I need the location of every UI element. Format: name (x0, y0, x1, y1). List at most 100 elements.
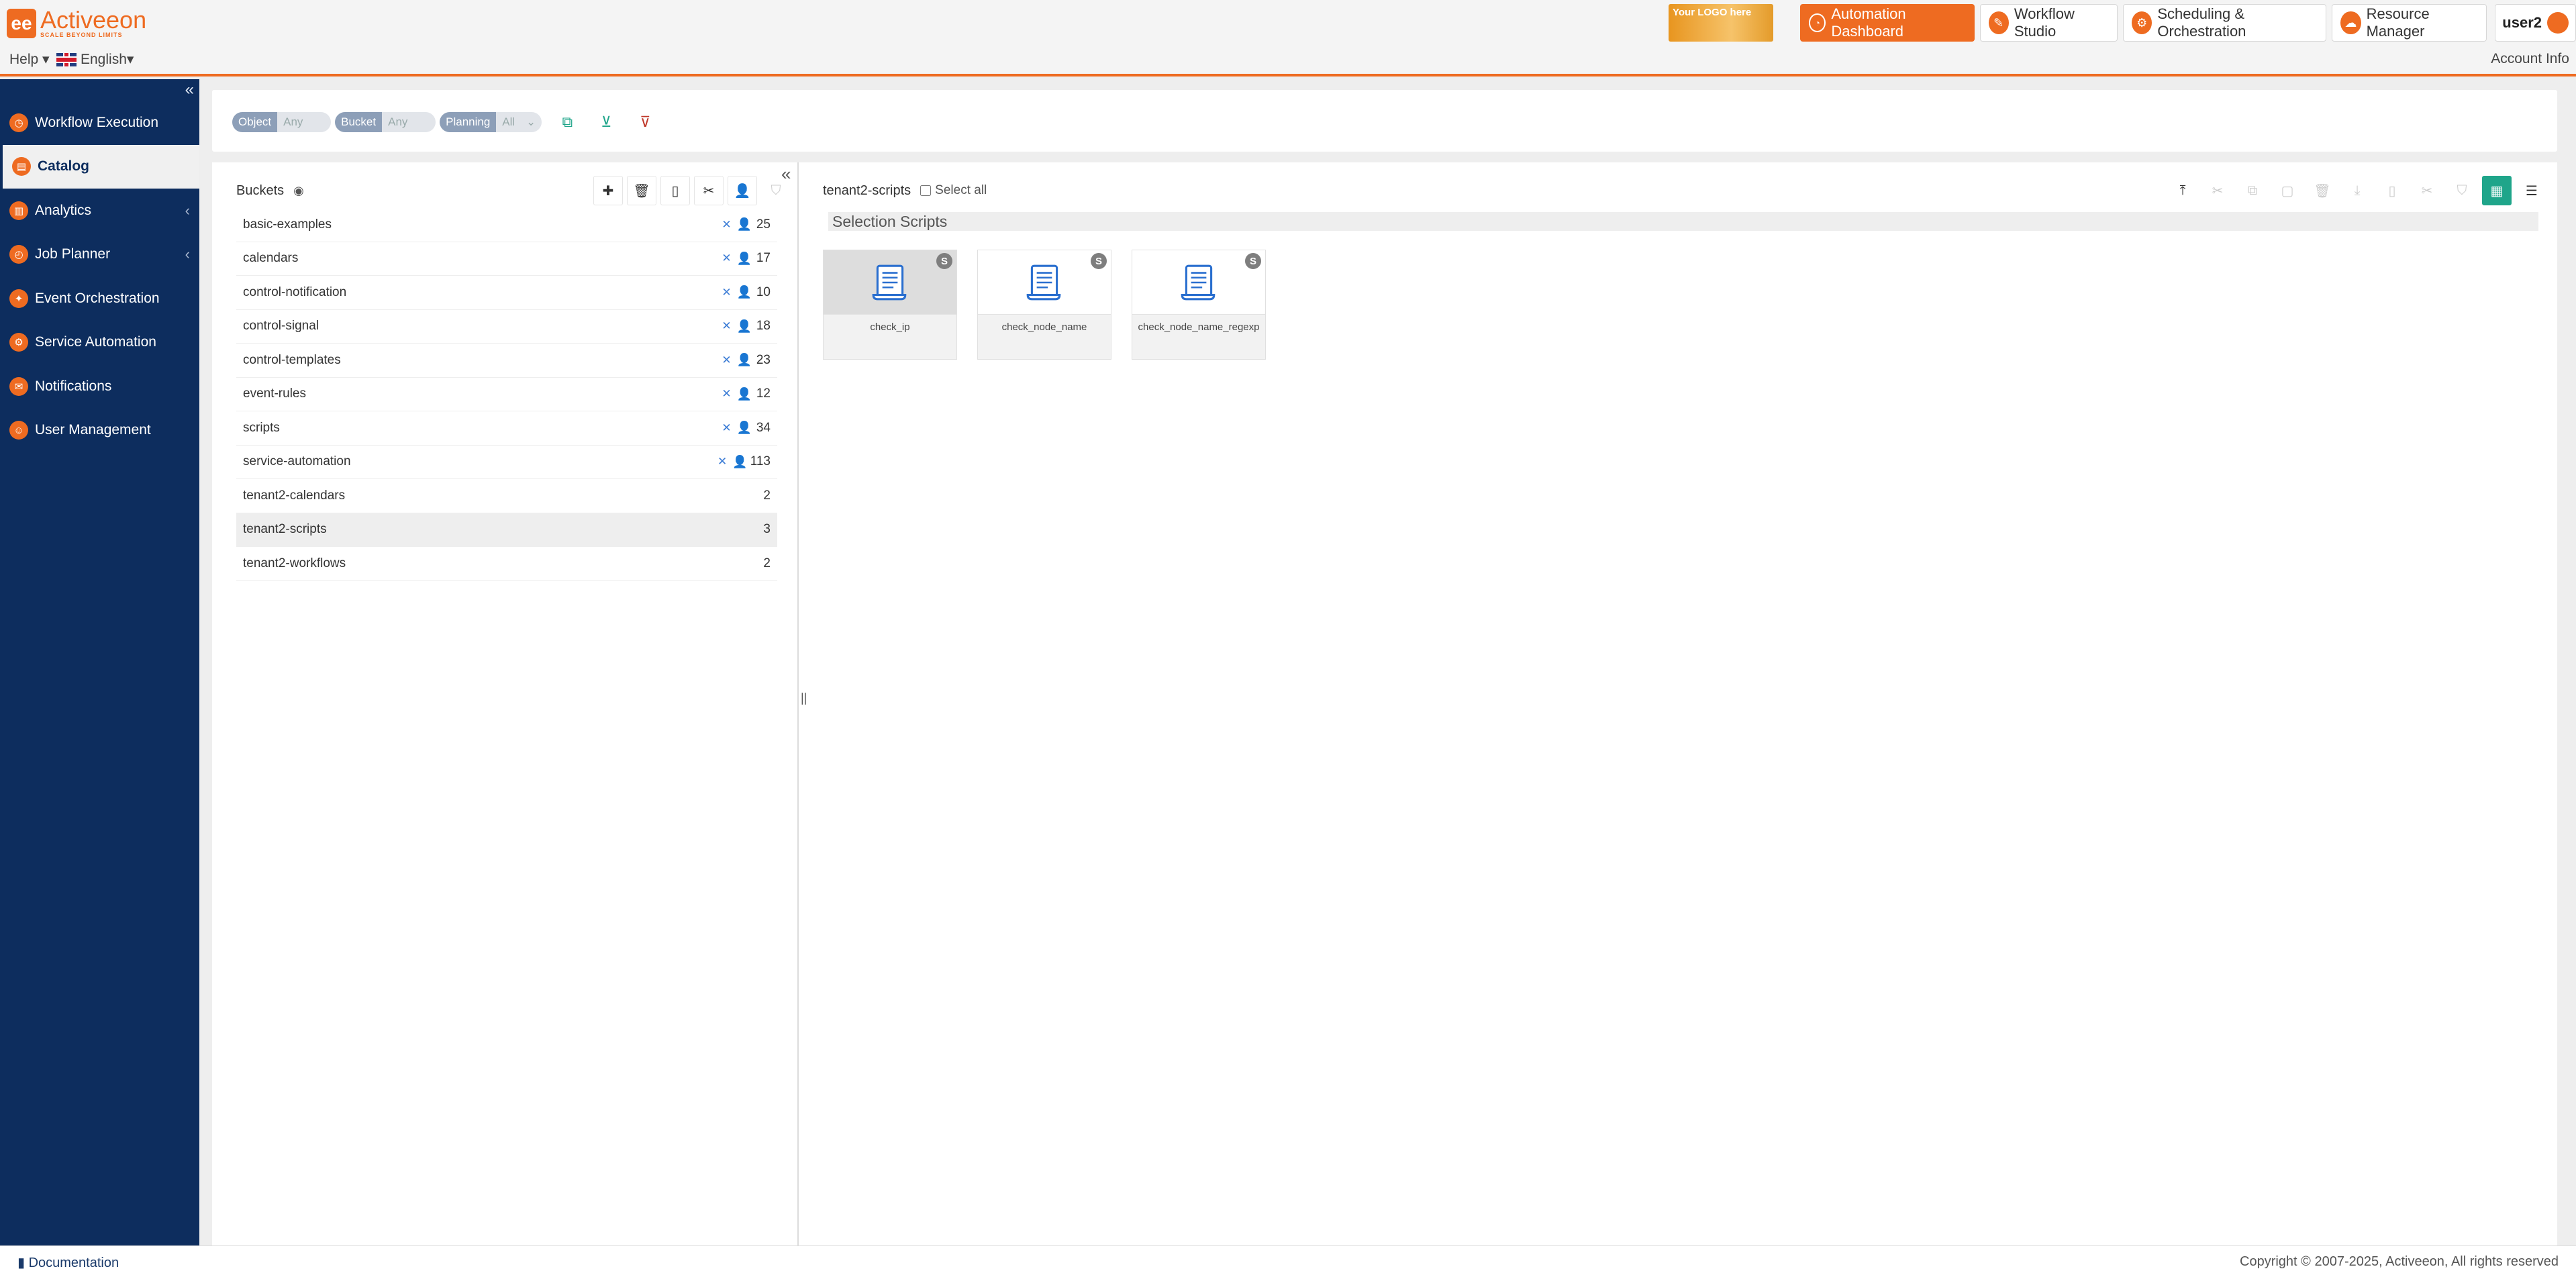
object-dependencies-button[interactable]: ✂ (2412, 176, 2442, 205)
bucket-row-tenant2-calendars[interactable]: tenant2-calendars 2 (236, 479, 777, 513)
sidebar-item-service-automation[interactable]: ⚙ Service Automation (0, 321, 199, 365)
footer: ▮ Documentation Copyright © 2007-2025, A… (0, 1245, 2576, 1275)
sidebar-nav: ◷ Workflow Execution ▤ Catalog ▥ Analyti… (0, 101, 199, 452)
object-filter[interactable]: Object Any (232, 112, 332, 132)
bucket-row-calendars[interactable]: calendars ✕ 👤 17 (236, 242, 777, 276)
bucket-row-control-templates[interactable]: control-templates ✕ 👤 23 (236, 344, 777, 378)
bucket-count: 10 (756, 285, 771, 299)
user-lock-icon: 👤 (736, 387, 752, 401)
bucket-name: service-automation (243, 454, 351, 469)
catalog-main-panel: Buckets ◉ ✚ 🗑 ▯ ✂ 👤 ⛉ « basic-examples ✕… (212, 162, 2557, 1245)
bucket-count: 34 (756, 420, 771, 435)
top-header: ee Activeeon SCALE BEYOND LIMITS Your LO… (0, 0, 2576, 46)
object-toolbar: ⤒ ✂ ⧉ ▢ 🗑 ⤓ ▯ ✂ ⛉ ▦ ☰ (2168, 176, 2546, 205)
bucket-name: control-signal (243, 319, 319, 334)
paste-object-button[interactable]: ▢ (2273, 176, 2302, 205)
delete-object-button[interactable]: 🗑 (2308, 176, 2337, 205)
section-header: Selection Scripts (828, 212, 2538, 231)
notifications-icon: ✉ (9, 376, 28, 396)
grid-icon: ▦ (2490, 183, 2504, 199)
list-view-button[interactable]: ☰ (2517, 176, 2546, 205)
add-bucket-button[interactable]: ✚ (593, 176, 623, 205)
portal-resource-manager[interactable]: ☁ Resource Manager (2332, 4, 2487, 42)
bucket-row-basic-examples[interactable]: basic-examples ✕ 👤 25 (236, 208, 777, 242)
portal-automation-dashboard[interactable]: ◔ Automation Dashboard (1800, 4, 1975, 42)
select-all[interactable]: Select all (920, 183, 987, 198)
language-selector[interactable]: English ▾ (56, 51, 134, 68)
object-shield-button[interactable]: ⛉ (2447, 176, 2477, 205)
bucket-dependencies-button[interactable]: ✂ (694, 176, 724, 205)
sidebar-item-catalog[interactable]: ▤ Catalog (0, 144, 199, 189)
sidebar-item-analytics[interactable]: ▥ Analytics ‹ (0, 189, 199, 233)
sidebar-item-notifications[interactable]: ✉ Notifications (0, 364, 199, 409)
sidebar-item-job-planner[interactable]: ◴ Job Planner ‹ (0, 233, 199, 277)
bucket-row-scripts[interactable]: scripts ✕ 👤 34 (236, 411, 777, 446)
filter-value: Any (382, 112, 436, 132)
sidebar-item-event-orchestration[interactable]: ✦ Event Orchestration (0, 276, 199, 321)
sub-header: Help ▾ English ▾ Account Info (0, 46, 2576, 76)
clear-filter-icon[interactable]: ⊽ (632, 110, 658, 134)
bucket-row-service-automation[interactable]: service-automation ✕ 👤 113 (236, 446, 777, 479)
bucket-report-button[interactable]: ▯ (660, 176, 690, 205)
select-all-checkbox[interactable] (920, 185, 932, 196)
filter-value: All (502, 115, 515, 128)
grid-view-button[interactable]: ▦ (2482, 176, 2512, 205)
collapse-sidebar-icon[interactable]: « (185, 81, 194, 99)
bucket-filter[interactable]: Bucket Any (335, 112, 436, 132)
bucket-row-event-rules[interactable]: event-rules ✕ 👤 12 (236, 378, 777, 411)
sidebar-item-label: Job Planner (35, 246, 111, 262)
object-card-check-node-name[interactable]: check_node_name S (977, 250, 1111, 360)
help-label: Help (9, 52, 39, 67)
bucket-count: 113 (750, 454, 771, 469)
bucket-name: tenant2-workflows (243, 556, 346, 570)
bucket-count: 18 (756, 319, 771, 334)
script-scroll-icon (872, 264, 907, 300)
bucket-row-tenant2-workflows[interactable]: tenant2-workflows 2 (236, 547, 777, 581)
object-name: check_node_name (1001, 321, 1087, 333)
bucket-name: scripts (243, 420, 280, 435)
portal-workflow-studio[interactable]: ✎ Workflow Studio (1979, 4, 2118, 42)
bucket-permissions-button[interactable]: 👤 (728, 176, 757, 205)
sidebar: « ◷ Workflow Execution ▤ Catalog ▥ Analy… (0, 79, 199, 1245)
copy-filter-icon[interactable]: ⧉ (554, 110, 581, 134)
chevron-left-icon: ‹ (185, 246, 190, 263)
documentation-link[interactable]: ▮ Documentation (17, 1254, 119, 1271)
eye-icon[interactable]: ◉ (293, 184, 304, 198)
sidebar-item-user-management[interactable]: ☺ User Management (0, 409, 199, 453)
bucket-row-control-notification[interactable]: control-notification ✕ 👤 10 (236, 276, 777, 310)
sidebar-item-workflow-execution[interactable]: ◷ Workflow Execution (0, 101, 199, 145)
user-menu-button[interactable]: user2 (2495, 4, 2576, 42)
help-menu[interactable]: Help ▾ (9, 51, 50, 68)
user-lock-icon: 👤 (734, 183, 751, 199)
object-card-check-ip[interactable]: check_ip S (823, 250, 957, 360)
user-lock-icon: 👤 (736, 251, 752, 265)
object-report-button[interactable]: ▯ (2377, 176, 2407, 205)
planning-filter[interactable]: Planning All ⌄ (440, 112, 542, 132)
portal-label: Resource Manager (2366, 5, 2430, 40)
portal-scheduling-orchestration[interactable]: ⚙ Scheduling & Orchestration (2123, 4, 2327, 42)
brand-name: Activeeon (40, 6, 147, 34)
delete-bucket-button[interactable]: 🗑 (627, 176, 656, 205)
uk-flag-icon (56, 52, 77, 66)
collapse-buckets-icon[interactable]: « (781, 164, 791, 185)
object-cards: check_ip S check_node_name S check_node_… (823, 250, 1266, 360)
pane-divider[interactable] (797, 162, 799, 1245)
object-card-check-node-name-regexp[interactable]: check_node_name_regexp S (1132, 250, 1266, 360)
service-automation-icon: ⚙ (9, 333, 28, 352)
sidebar-item-label: User Management (35, 422, 151, 438)
cut-object-button[interactable]: ✂ (2203, 176, 2232, 205)
bucket-row-tenant2-scripts[interactable]: tenant2-scripts 3 (236, 513, 777, 547)
download-object-button[interactable]: ⤓ (2342, 176, 2372, 205)
brand-tagline: SCALE BEYOND LIMITS (40, 32, 123, 38)
add-filter-icon[interactable]: ⊻ (593, 110, 620, 134)
copy-object-button[interactable]: ⧉ (2238, 176, 2267, 205)
scissors-icon: ✂ (2212, 183, 2224, 199)
portal-switcher: ◔ Automation Dashboard ✎ Workflow Studio… (1800, 4, 2576, 42)
analytics-icon: ▥ (9, 201, 28, 220)
activeeon-logo[interactable]: ee Activeeon SCALE BEYOND LIMITS (7, 8, 146, 39)
account-info-link[interactable]: Account Info (2491, 51, 2569, 67)
upload-object-button[interactable]: ⤒ (2168, 176, 2197, 205)
bucket-row-control-signal[interactable]: control-signal ✕ 👤 18 (236, 310, 777, 344)
catalog-icon: ▤ (12, 157, 31, 176)
pdf-icon: ▯ (671, 183, 679, 199)
